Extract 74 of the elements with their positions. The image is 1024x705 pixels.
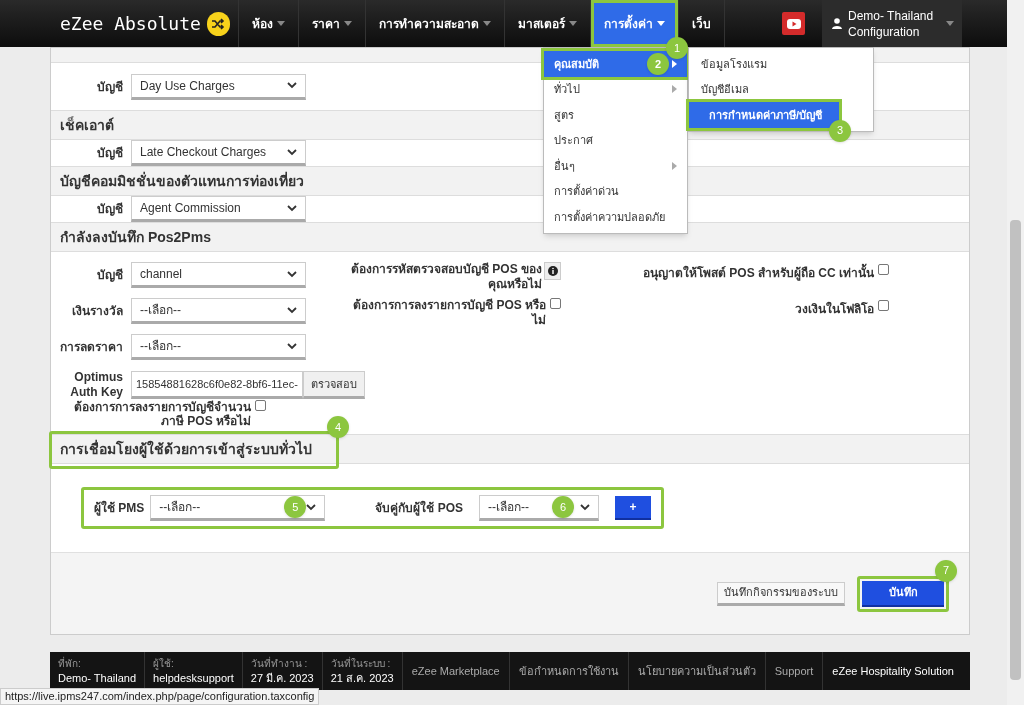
chevron-down-icon <box>306 503 317 511</box>
callout-badge: 7 <box>935 559 957 582</box>
scrollbar[interactable] <box>1007 0 1024 705</box>
footer-brand: eZee Hospitality Solution <box>832 663 955 679</box>
field-label: บัญชี <box>96 201 124 218</box>
field-label: บัญชี <box>96 267 124 284</box>
field-label: เงินรางวัล <box>71 303 124 320</box>
footer-value: Demo- Thailand <box>58 671 137 685</box>
checkbox[interactable] <box>550 298 561 309</box>
user-role: Configuration <box>848 23 921 40</box>
footer-value: helpdesksupport <box>153 671 234 685</box>
status-url: https://live.ipms247.com/index.php/page/configuration.taxconfig <box>0 688 320 705</box>
activity-log-button[interactable]: บันทึกกิจกรรมของระบบ <box>717 581 845 606</box>
footer-value: 21 ส.ค. 2023 <box>330 671 394 685</box>
callout-badge: 6 <box>552 496 575 518</box>
add-button[interactable]: + <box>615 496 652 520</box>
chevron-down-icon <box>287 342 297 350</box>
footer-label: ผู้ใช้: <box>153 657 175 671</box>
field-label: บัญชี <box>96 145 124 162</box>
field-label: การลดราคา <box>59 339 124 356</box>
checkbox[interactable] <box>255 400 266 411</box>
checkbox[interactable] <box>878 300 889 311</box>
menu-item[interactable]: ทั่วไป <box>544 76 687 102</box>
callout-badge: 4 <box>327 416 349 438</box>
user-name: Demo- Thailand <box>848 7 935 24</box>
menu-item[interactable]: คุณสมบัติ 2 <box>544 51 687 77</box>
footer-link[interactable]: ข้อกำหนดการใช้งาน <box>509 652 629 690</box>
chevron-down-icon <box>287 148 297 156</box>
menu-item[interactable]: บัญชีอีเมล <box>689 76 873 102</box>
chevron-down-icon <box>287 306 297 314</box>
callout-badge: 1 <box>666 37 688 59</box>
footer-link[interactable]: นโยบายความเป็นส่วนตัว <box>628 652 766 690</box>
footer-label: ที่พัก: <box>58 657 82 671</box>
footer-link[interactable]: Support <box>765 652 824 690</box>
footer-label: วันที่ทำงาน : <box>250 657 309 671</box>
dropdown-field[interactable]: --เลือก-- <box>131 334 306 360</box>
option-label: อนุญาตให้โพสต์ POS สำหรับผู้ถือ CC เท่านั้น <box>643 264 874 282</box>
menu-item[interactable]: ข้อมูลโรงแรม <box>689 51 873 77</box>
caret-icon <box>946 21 954 26</box>
option-label: ต้องการรหัสตรวจสอบบัญชี POS ของคุณหรือไม่ <box>350 262 542 292</box>
app-logo[interactable]: eZee Absolute <box>60 10 201 37</box>
footer-value: 27 มี.ค. 2023 <box>250 671 314 685</box>
user-menu[interactable]: Demo- Thailand Configuration <box>822 0 962 47</box>
option-label: ต้องการการลงรายการบัญชี POS หรือไม่ <box>352 298 547 328</box>
info-icon[interactable] <box>544 262 561 280</box>
account-select[interactable]: Agent Commission <box>131 196 306 222</box>
verify-button[interactable]: ตรวจสอบ <box>302 371 365 399</box>
shuffle-icon <box>206 11 230 36</box>
field-label: บัญชี <box>96 78 124 96</box>
chevron-down-icon <box>287 82 297 89</box>
chevron-down-icon <box>287 270 297 278</box>
field-label: ผู้ใช้ PMS <box>94 499 145 517</box>
pos-user-select[interactable]: --เลือก-- 6 <box>479 495 600 521</box>
field-label: จับคู่กับผู้ใช้ POS <box>375 499 464 517</box>
video-play-icon[interactable] <box>782 12 805 35</box>
save-button[interactable]: บันทึก <box>862 580 944 607</box>
option-label: ต้องการการลงรายการบัญชีจำนวนภาษี POS หรือไม่ <box>73 400 251 428</box>
auth-key-field[interactable]: 15854881628c6f0e82-8bf6-11ec- <box>131 371 303 399</box>
dropdown-field[interactable]: --เลือก-- <box>131 298 306 324</box>
pms-user-select[interactable]: --เลือก-- 5 <box>150 495 326 521</box>
section-header: กำลังลงบันทึก Pos2Pms <box>51 222 969 252</box>
field-label: Optimus Auth Key <box>69 370 124 400</box>
chevron-down-icon <box>287 204 297 212</box>
chevron-down-icon <box>580 503 591 511</box>
user-icon <box>832 18 842 29</box>
callout-badge: 2 <box>647 53 669 75</box>
account-select[interactable]: Late Checkout Charges <box>131 140 306 166</box>
option-label: วงเงินในโฟลิโอ <box>795 300 874 318</box>
checkbox[interactable] <box>878 264 889 275</box>
callout-badge: 5 <box>284 496 307 518</box>
footer-label: วันที่ในระบบ : <box>330 657 392 671</box>
footer-link[interactable]: eZee Marketplace <box>402 652 510 690</box>
account-select[interactable]: Day Use Charges <box>131 73 306 100</box>
dropdown-field[interactable]: channel <box>131 262 306 288</box>
